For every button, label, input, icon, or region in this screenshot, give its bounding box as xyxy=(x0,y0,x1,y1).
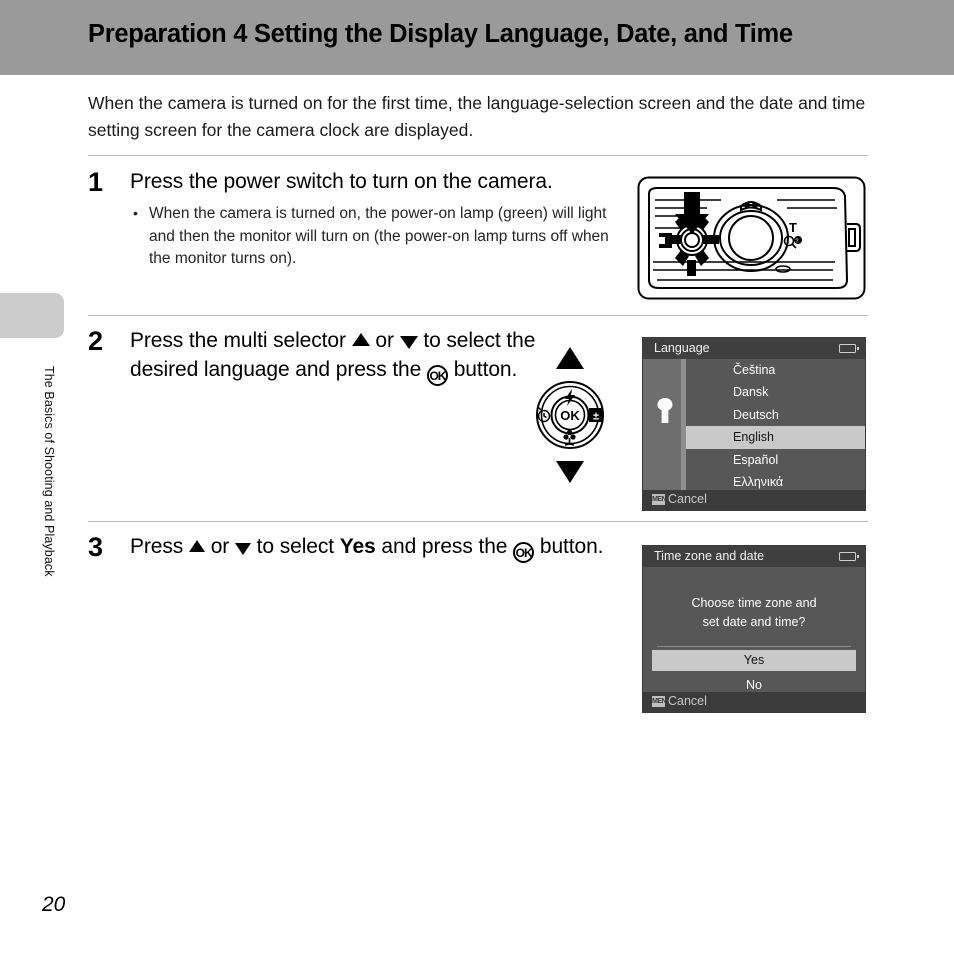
step-2-text-or: or xyxy=(375,329,394,352)
chapter-tab xyxy=(0,293,64,338)
step-3-text-part3: and press the xyxy=(381,535,508,558)
language-list-item[interactable]: Dansk xyxy=(686,381,865,403)
down-triangle-icon xyxy=(234,543,251,555)
camera-top-view-illustration: T ? xyxy=(637,176,866,300)
step-2-text-part1: Press the multi selector xyxy=(130,329,346,352)
up-triangle-icon xyxy=(351,333,370,346)
down-triangle-icon xyxy=(399,336,418,349)
step-1-bullet: When the camera is turned on, the power-… xyxy=(130,202,619,271)
timezone-screen-footer: MENU Cancel xyxy=(643,692,865,712)
step-3-number: 3 xyxy=(88,532,104,562)
timezone-question-line-2: set date and time? xyxy=(702,615,806,629)
section-divider-2 xyxy=(88,315,868,316)
timezone-question-line-1: Choose time zone and xyxy=(691,596,817,610)
language-list-item[interactable]: Čeština xyxy=(686,359,865,381)
language-screen-footer: MENU Cancel xyxy=(643,490,865,510)
menu-button-icon: MENU xyxy=(652,696,665,707)
timezone-option-yes[interactable]: Yes xyxy=(652,650,856,671)
ok-button-icon: OK xyxy=(426,365,448,386)
step-1-body: Press the power switch to turn on the ca… xyxy=(130,167,630,271)
battery-icon xyxy=(839,552,859,561)
step-3-text-yes: Yes xyxy=(339,535,376,558)
step-1-number: 1 xyxy=(88,167,104,197)
language-list-item[interactable]: Español xyxy=(686,449,865,471)
language-screen-title-bar: Language xyxy=(643,338,865,359)
power-switch-highlight xyxy=(665,192,719,276)
section-divider-1 xyxy=(88,155,868,156)
timezone-divider xyxy=(657,646,851,647)
step-1-heading: Press the power switch to turn on the ca… xyxy=(130,170,553,193)
step-3-text-part2: to select xyxy=(256,535,334,558)
timezone-screen-title: Time zone and date xyxy=(654,549,765,563)
language-screen-sidebar xyxy=(643,338,686,510)
exposure-compensation-icon: ± xyxy=(589,408,603,423)
step-3-body: Press or to select Yes and press the OK … xyxy=(130,532,630,563)
menu-button-icon: MENU xyxy=(652,494,665,505)
self-timer-icon xyxy=(537,406,551,423)
multi-selector-ok-label: OK xyxy=(560,408,580,423)
multi-selector-down-arrow xyxy=(556,461,584,483)
step-3-text-part4: button. xyxy=(539,535,604,558)
multi-selector-illustration: OK ± xyxy=(527,345,613,485)
step-3-heading: Press or to select Yes and press the OK … xyxy=(130,532,630,563)
step-2-heading: Press the multi selector or to select th… xyxy=(130,326,550,386)
chapter-label: The Basics of Shooting and Playback xyxy=(42,366,56,577)
multi-selector-up-arrow xyxy=(556,347,584,369)
step-2-text-part3: button. xyxy=(453,358,518,381)
step-2-number: 2 xyxy=(88,326,104,356)
language-list-item[interactable]: Deutsch xyxy=(686,404,865,426)
time-zone-and-date-screen: Time zone and date Choose time zone and … xyxy=(642,545,866,713)
step-3-text-or: or xyxy=(210,535,230,558)
svg-text:T: T xyxy=(789,220,797,235)
language-list: Čeština Dansk Deutsch English Español Ελ… xyxy=(686,359,865,490)
timezone-screen-title-bar: Time zone and date xyxy=(643,546,865,567)
language-list-item-selected[interactable]: English xyxy=(686,426,865,449)
battery-icon xyxy=(839,344,859,353)
svg-text:±: ± xyxy=(593,411,599,423)
timezone-question: Choose time zone and set date and time? xyxy=(643,594,865,632)
up-triangle-icon xyxy=(188,540,205,552)
page-title: Preparation 4 Setting the Display Langua… xyxy=(88,20,793,48)
step-2-body: Press the multi selector or to select th… xyxy=(130,326,550,386)
language-selection-screen: Language Čeština Dansk Deutsch English E… xyxy=(642,337,866,511)
section-divider-3 xyxy=(88,521,868,522)
language-screen-title: Language xyxy=(654,341,710,355)
step-1-bullet-list: When the camera is turned on, the power-… xyxy=(130,202,630,271)
page-number: 20 xyxy=(42,893,66,916)
cancel-label[interactable]: Cancel xyxy=(668,492,707,506)
intro-paragraph: When the camera is turned on for the fir… xyxy=(88,93,866,140)
step-3-text-part1: Press xyxy=(130,535,184,558)
cancel-label[interactable]: Cancel xyxy=(668,694,707,708)
wrench-icon xyxy=(654,398,676,424)
ok-button-icon: OK xyxy=(513,542,535,563)
